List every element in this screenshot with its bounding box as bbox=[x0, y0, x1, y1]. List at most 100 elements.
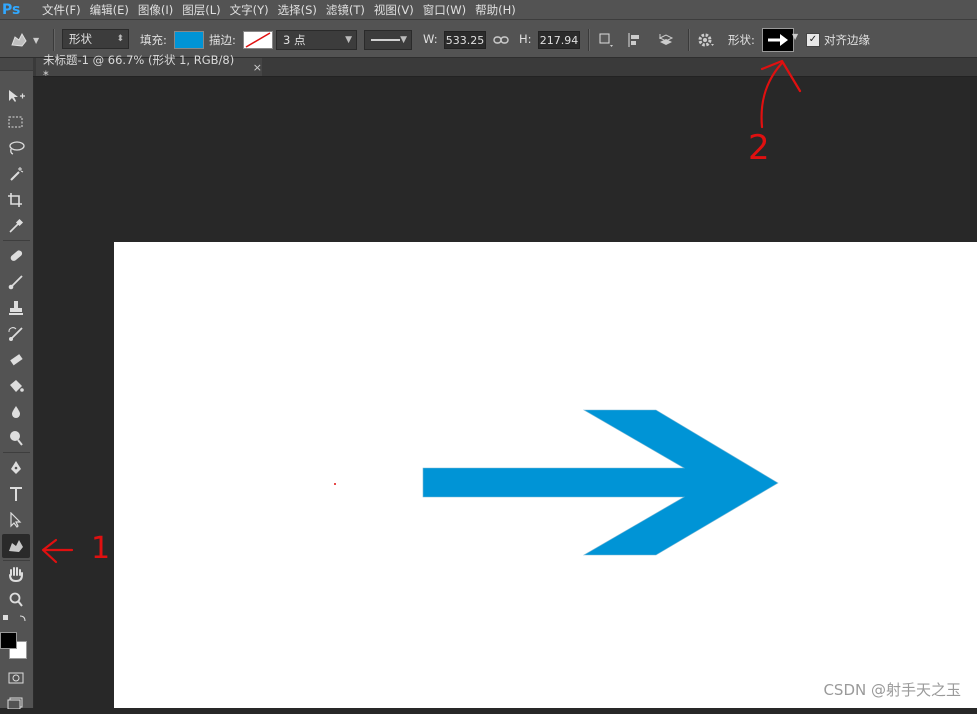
zoom-tool[interactable] bbox=[2, 588, 30, 612]
brush-tool[interactable] bbox=[2, 270, 30, 294]
align-edges-label: 对齐边缘 bbox=[824, 33, 870, 47]
hand-tool[interactable] bbox=[2, 562, 30, 586]
menu-type[interactable]: 文字(Y) bbox=[230, 2, 278, 18]
menu-layer[interactable]: 图层(L) bbox=[182, 2, 229, 18]
solid-line-icon bbox=[371, 39, 401, 41]
custom-shape-tool-icon bbox=[11, 32, 27, 47]
dodge-tool[interactable] bbox=[2, 426, 30, 450]
eraser-icon bbox=[10, 354, 23, 366]
watermark: CSDN @射手天之玉 bbox=[823, 681, 961, 699]
annotation-marker-2: 2 bbox=[748, 128, 770, 168]
tool-preset-picker[interactable]: ▼ bbox=[8, 29, 48, 51]
gear-icon[interactable] bbox=[697, 31, 715, 49]
lasso-icon bbox=[9, 141, 25, 155]
menu-view[interactable]: 视图(V) bbox=[374, 2, 423, 18]
marquee-tool[interactable] bbox=[2, 110, 30, 134]
stroke-width-select[interactable]: 3 点 ▼ bbox=[276, 30, 357, 50]
chevron-down-icon: ▼ bbox=[345, 35, 352, 45]
menu-filter[interactable]: 滤镜(T) bbox=[326, 2, 374, 18]
pen-icon bbox=[11, 461, 21, 474]
annotation-arrow-2 bbox=[760, 59, 802, 129]
divider bbox=[3, 560, 30, 561]
paint-bucket-tool[interactable] bbox=[2, 374, 30, 398]
menu-edit[interactable]: 编辑(E) bbox=[90, 2, 138, 18]
screen-mode-button[interactable] bbox=[2, 690, 30, 714]
menu-select[interactable]: 选择(S) bbox=[278, 2, 326, 18]
spinner-icon: ⬍ bbox=[116, 34, 124, 44]
quick-mask-button[interactable] bbox=[2, 666, 30, 690]
magic-wand-icon bbox=[10, 167, 24, 181]
type-tool[interactable] bbox=[2, 482, 30, 506]
paint-bucket-icon bbox=[10, 380, 24, 392]
path-arrangement-icon[interactable] bbox=[657, 31, 675, 49]
fill-label: 填充: bbox=[140, 33, 167, 47]
arrow-shape[interactable] bbox=[114, 242, 977, 708]
path-selection-tool[interactable] bbox=[2, 508, 30, 532]
no-stroke-icon bbox=[245, 32, 271, 48]
menu-file[interactable]: 文件(F) bbox=[42, 2, 90, 18]
eyedropper-icon bbox=[9, 218, 24, 233]
foreground-color-swatch-top[interactable] bbox=[0, 632, 17, 649]
annotation-marker-1: 1 bbox=[91, 531, 111, 566]
hand-icon bbox=[9, 567, 23, 582]
width-label: W: bbox=[423, 32, 438, 46]
panel-grip[interactable] bbox=[0, 58, 33, 71]
width-field[interactable]: 533.25 bbox=[444, 31, 486, 49]
swap-arrows-icon bbox=[3, 615, 26, 622]
rect-marquee-icon bbox=[8, 116, 23, 128]
stroke-label: 描边: bbox=[209, 33, 236, 47]
mode-select[interactable]: 形状 ⬍ bbox=[62, 29, 129, 49]
menu-image[interactable]: 图像(I) bbox=[138, 2, 182, 18]
custom-shape-icon bbox=[9, 540, 23, 552]
app-logo: Ps bbox=[2, 1, 21, 18]
move-tool[interactable] bbox=[2, 84, 30, 108]
divider bbox=[3, 240, 30, 241]
eraser-tool[interactable] bbox=[2, 348, 30, 372]
healing-brush-tool[interactable] bbox=[2, 244, 30, 268]
chevron-down-icon[interactable]: ▼ bbox=[792, 32, 798, 41]
align-edges-checkbox[interactable]: ✓ bbox=[806, 33, 820, 47]
mode-select-value: 形状 bbox=[69, 32, 92, 46]
stroke-width-value: 3 点 bbox=[283, 33, 306, 47]
chevron-down-icon: ▼ bbox=[400, 35, 407, 45]
history-brush-tool[interactable] bbox=[2, 322, 30, 346]
anchor-dot bbox=[334, 483, 336, 485]
close-icon[interactable]: × bbox=[253, 61, 262, 74]
menu-help[interactable]: 帮助(H) bbox=[475, 2, 525, 18]
chevron-down-icon: ▼ bbox=[33, 35, 40, 45]
document-tab[interactable]: 未标题-1 @ 66.7% (形状 1, RGB/8) * × bbox=[36, 53, 262, 82]
divider bbox=[688, 29, 690, 51]
blur-tool[interactable] bbox=[2, 400, 30, 424]
pen-tool[interactable] bbox=[2, 456, 30, 480]
path-alignment-icon[interactable] bbox=[626, 31, 644, 49]
quick-selection-tool[interactable] bbox=[2, 162, 30, 186]
type-icon bbox=[10, 487, 22, 501]
path-select-icon bbox=[10, 512, 22, 528]
custom-shape-tool[interactable] bbox=[2, 534, 30, 558]
brush-icon bbox=[8, 275, 23, 290]
clone-stamp-tool[interactable] bbox=[2, 296, 30, 320]
menu-bar: Ps 文件(F) 编辑(E) 图像(I) 图层(L) 文字(Y) 选择(S) 滤… bbox=[0, 0, 977, 19]
zoom-icon bbox=[9, 592, 23, 607]
crop-tool[interactable] bbox=[2, 188, 30, 212]
menu-window[interactable]: 窗口(W) bbox=[423, 2, 475, 18]
height-field[interactable]: 217.94 bbox=[538, 31, 580, 49]
document-canvas[interactable]: CSDN @射手天之玉 bbox=[114, 242, 977, 708]
stroke-color-swatch[interactable] bbox=[243, 31, 273, 49]
swap-colors-button[interactable] bbox=[2, 612, 30, 626]
path-operations-icon[interactable] bbox=[597, 31, 615, 49]
divider bbox=[588, 29, 590, 51]
shape-picker[interactable] bbox=[762, 28, 794, 52]
document-tab-bar: 未标题-1 @ 66.7% (形状 1, RGB/8) * × bbox=[33, 53, 977, 82]
height-label: H: bbox=[519, 32, 532, 46]
stroke-type-select[interactable]: ▼ bbox=[364, 30, 412, 50]
eyedropper-tool[interactable] bbox=[2, 214, 30, 238]
move-icon bbox=[9, 90, 25, 102]
screen-mode-icon bbox=[7, 697, 23, 709]
lasso-tool[interactable] bbox=[2, 136, 30, 160]
link-icon[interactable] bbox=[492, 31, 510, 49]
tools-panel bbox=[0, 58, 34, 709]
stamp-icon bbox=[9, 301, 23, 315]
fill-color-swatch[interactable] bbox=[174, 31, 204, 49]
crop-icon bbox=[8, 193, 22, 207]
